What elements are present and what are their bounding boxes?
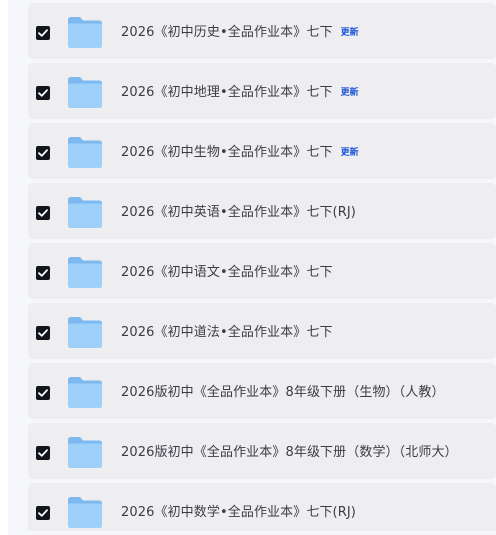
folder-icon xyxy=(67,135,103,169)
file-row[interactable]: 2026《初中英语•全品作业本》七下(RJ) xyxy=(28,183,496,239)
folder-icon xyxy=(67,15,103,49)
checkmark-icon xyxy=(38,389,48,397)
file-name-text: 2026《初中道法•全品作业本》七下 xyxy=(121,325,333,340)
folder-icon xyxy=(67,315,103,349)
checkmark-icon xyxy=(38,29,48,37)
row-checkbox[interactable] xyxy=(36,86,50,100)
file-row[interactable]: 2026版初中《全品作业本》8年级下册（生物）（人教） xyxy=(28,363,496,419)
file-name-text: 2026版初中《全品作业本》8年级下册（数学）（北师大） xyxy=(121,445,458,460)
row-checkbox[interactable] xyxy=(36,146,50,160)
checkmark-icon xyxy=(38,449,48,457)
checkmark-icon xyxy=(38,509,48,517)
row-checkbox[interactable] xyxy=(36,326,50,340)
file-name: 2026《初中生物•全品作业本》七下 更新 xyxy=(121,144,359,162)
folder-icon xyxy=(67,375,103,409)
file-name-text: 2026《初中历史•全品作业本》七下 xyxy=(121,25,333,40)
row-checkbox[interactable] xyxy=(36,446,50,460)
row-checkbox[interactable] xyxy=(36,386,50,400)
update-badge: 更新 xyxy=(340,88,359,98)
file-name: 2026《初中数学•全品作业本》七下(RJ) xyxy=(121,504,356,522)
file-name: 2026《初中英语•全品作业本》七下(RJ) xyxy=(121,204,356,222)
folder-icon xyxy=(67,195,103,229)
file-row[interactable]: 2026《初中数学•全品作业本》七下(RJ) xyxy=(28,483,496,531)
file-name: 2026版初中《全品作业本》8年级下册（生物）（人教） xyxy=(121,384,445,402)
checkmark-icon xyxy=(38,209,48,217)
update-badge: 更新 xyxy=(340,28,359,38)
file-list: 2026《初中历史•全品作业本》七下 更新 2026《初中地理•全品作业本》七下更… xyxy=(28,3,496,535)
folder-icon xyxy=(67,435,103,469)
file-row[interactable]: 2026《初中语文•全品作业本》七下 xyxy=(28,243,496,299)
file-name: 2026《初中地理•全品作业本》七下 更新 xyxy=(121,84,359,102)
folder-icon xyxy=(67,255,103,289)
file-row[interactable]: 2026《初中地理•全品作业本》七下 更新 xyxy=(28,63,496,119)
checkmark-icon xyxy=(38,89,48,97)
file-name-text: 2026《初中数学•全品作业本》七下(RJ) xyxy=(121,505,356,520)
checkmark-icon xyxy=(38,149,48,157)
file-row[interactable]: 2026版初中《全品作业本》8年级下册（数学）（北师大） xyxy=(28,423,496,479)
row-checkbox[interactable] xyxy=(36,26,50,40)
row-checkbox[interactable] xyxy=(36,266,50,280)
file-name-text: 2026《初中英语•全品作业本》七下(RJ) xyxy=(121,205,356,220)
folder-icon xyxy=(67,75,103,109)
row-checkbox[interactable] xyxy=(36,206,50,220)
folder-icon xyxy=(67,495,103,529)
update-badge: 更新 xyxy=(340,148,359,158)
file-row[interactable]: 2026《初中道法•全品作业本》七下 xyxy=(28,303,496,359)
checkmark-icon xyxy=(38,269,48,277)
file-name-text: 2026《初中地理•全品作业本》七下 xyxy=(121,85,333,100)
checkmark-icon xyxy=(38,329,48,337)
file-name: 2026版初中《全品作业本》8年级下册（数学）（北师大） xyxy=(121,444,458,462)
file-name: 2026《初中历史•全品作业本》七下 更新 xyxy=(121,24,359,42)
file-name-text: 2026《初中语文•全品作业本》七下 xyxy=(121,265,333,280)
file-name: 2026《初中语文•全品作业本》七下 xyxy=(121,264,333,282)
file-row[interactable]: 2026《初中历史•全品作业本》七下 更新 xyxy=(28,3,496,59)
file-name-text: 2026版初中《全品作业本》8年级下册（生物）（人教） xyxy=(121,385,445,400)
file-row[interactable]: 2026《初中生物•全品作业本》七下 更新 xyxy=(28,123,496,179)
left-panel-edge xyxy=(0,0,8,535)
row-checkbox[interactable] xyxy=(36,506,50,520)
file-name-text: 2026《初中生物•全品作业本》七下 xyxy=(121,145,333,160)
file-name: 2026《初中道法•全品作业本》七下 xyxy=(121,324,333,342)
